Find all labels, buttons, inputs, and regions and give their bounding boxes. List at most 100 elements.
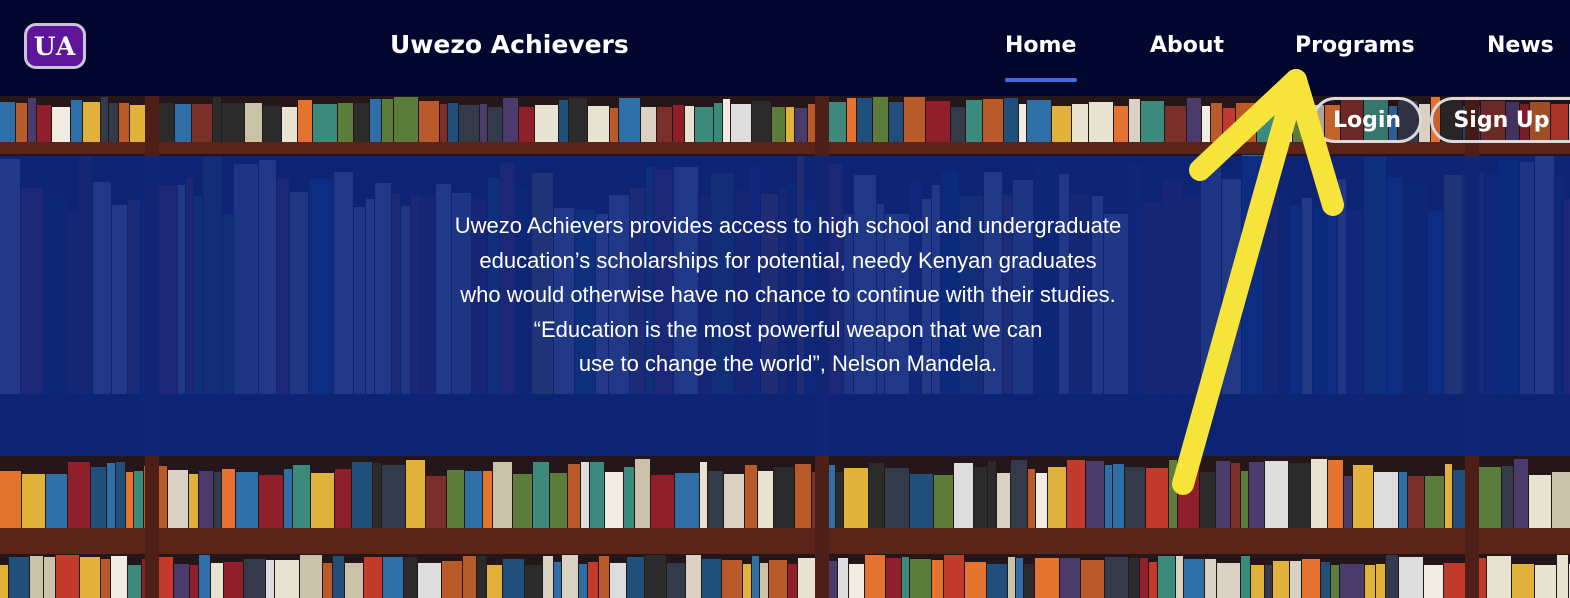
- book-spine: [68, 462, 90, 528]
- book-spine: [126, 472, 133, 528]
- book-spine: [364, 557, 382, 598]
- book-spine: [1089, 102, 1113, 142]
- book-spine: [1105, 557, 1128, 598]
- book-spine: [91, 467, 106, 528]
- book-spine: [333, 556, 344, 598]
- nav-home-link[interactable]: Home: [1005, 33, 1076, 58]
- book-spine: [263, 106, 281, 142]
- book-spine: [1129, 558, 1139, 598]
- book-spine: [9, 557, 29, 598]
- book-spine: [373, 463, 381, 528]
- book-spine: [46, 474, 67, 528]
- book-spine: [1113, 464, 1124, 528]
- book-spine: [1008, 557, 1015, 598]
- hero-section: Login Sign Up Uwezo Achievers provides a…: [0, 96, 1570, 598]
- signup-button[interactable]: Sign Up: [1430, 97, 1570, 143]
- nav-news-link[interactable]: News: [1487, 33, 1554, 58]
- book-spine: [1444, 563, 1465, 598]
- book-spine: [222, 103, 244, 142]
- book-spine: [944, 555, 964, 598]
- book-spine: [0, 565, 8, 598]
- book-spine: [354, 103, 369, 142]
- book-spine: [190, 565, 198, 598]
- login-button[interactable]: Login: [1312, 97, 1422, 143]
- book-spine: [80, 557, 100, 598]
- book-spine: [997, 473, 1010, 528]
- book-spine: [849, 564, 864, 598]
- book-spine: [418, 563, 441, 598]
- book-spine: [695, 107, 713, 142]
- nav-programs-link[interactable]: Programs: [1295, 33, 1415, 58]
- book-spine: [1052, 106, 1071, 142]
- book-spine: [406, 460, 425, 528]
- book-spine: [1289, 463, 1310, 528]
- book-spine: [902, 557, 909, 598]
- book-spine: [1105, 465, 1112, 528]
- nav-about-link[interactable]: About: [1150, 33, 1224, 58]
- book-spine: [569, 98, 587, 142]
- book-spine: [352, 462, 372, 528]
- book-spine: [673, 105, 684, 142]
- book-spine: [619, 98, 640, 142]
- book-spine: [745, 465, 757, 528]
- book-spine: [313, 104, 337, 142]
- book-spine: [1386, 555, 1398, 598]
- mission-line: Uwezo Achievers provides access to high …: [454, 213, 1122, 238]
- book-spine: [1036, 473, 1047, 528]
- book-spine: [480, 104, 487, 142]
- book-spine: [722, 560, 742, 598]
- book-spine: [1557, 555, 1568, 598]
- book-spine: [1376, 564, 1385, 598]
- book-spine: [1303, 102, 1310, 142]
- logo[interactable]: UA: [24, 23, 86, 69]
- book-spine: [16, 103, 27, 142]
- book-spine: [1004, 98, 1018, 142]
- book-spine: [610, 108, 618, 142]
- book-spine: [758, 471, 773, 528]
- book-spine: [702, 559, 721, 598]
- book-spine: [581, 462, 589, 528]
- book-spine: [404, 557, 417, 598]
- book-spine: [1028, 469, 1035, 528]
- book-spine: [1129, 99, 1140, 142]
- book-spine: [224, 562, 243, 598]
- book-spine: [465, 471, 482, 528]
- book-spine: [513, 474, 532, 528]
- book-spine: [579, 564, 587, 598]
- book-spine: [667, 563, 685, 598]
- book-spine: [983, 99, 1003, 142]
- book-spine: [651, 475, 674, 528]
- book-spine: [1399, 472, 1407, 528]
- book-spine: [83, 102, 100, 142]
- book-spine: [52, 107, 70, 142]
- shelf-plank: [0, 142, 1570, 154]
- book-spine: [1184, 559, 1204, 598]
- book-spine: [459, 105, 479, 142]
- book-spine: [951, 107, 965, 142]
- book-spine: [685, 106, 694, 142]
- book-spine: [1340, 564, 1364, 598]
- book-spine: [1424, 565, 1443, 598]
- book-spine: [1290, 561, 1301, 598]
- book-spine: [844, 468, 868, 528]
- book-spine: [772, 107, 785, 142]
- book-spine: [382, 99, 393, 142]
- book-spine: [1067, 460, 1085, 528]
- book-spine: [282, 107, 297, 142]
- book-spine: [836, 472, 843, 528]
- book-spine: [865, 555, 885, 598]
- book-spine: [1408, 476, 1424, 528]
- book-spine: [987, 564, 1007, 598]
- book-spine: [1165, 106, 1186, 142]
- book-spine: [245, 103, 262, 142]
- book-spine: [786, 107, 794, 142]
- book-spine: [1529, 475, 1551, 528]
- book-spine: [686, 555, 701, 598]
- book-spine: [323, 563, 332, 598]
- book-spine: [1365, 565, 1375, 598]
- book-spine: [1293, 100, 1302, 142]
- book-spine: [1241, 556, 1250, 598]
- book-spine: [448, 103, 458, 142]
- book-spine: [1344, 476, 1352, 528]
- book-spine: [1535, 565, 1556, 598]
